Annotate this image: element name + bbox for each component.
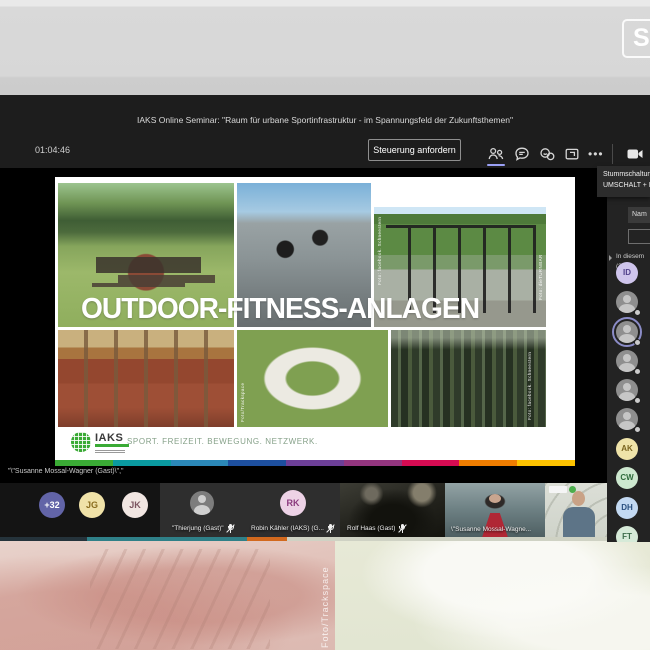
video-person-body (563, 507, 595, 537)
slide-motto: SPORT. FREIZEIT. BEWEGUNG. NETZWERK. (127, 437, 318, 446)
participant-avatar: AK (616, 438, 638, 460)
participant-search-input[interactable]: Nam (628, 207, 650, 223)
background-photo-red-area (0, 541, 335, 650)
presence-badge (634, 339, 641, 346)
participant-avatar: ID (616, 262, 638, 284)
section-collapse-caret[interactable] (609, 255, 612, 261)
rainbow-segment (401, 460, 460, 466)
rainbow-segment (517, 460, 576, 466)
mic-muted-icon (226, 524, 235, 533)
tile-susanne-video[interactable]: \"Susanne Mossal-Wagne... (445, 483, 545, 537)
participant-row[interactable] (616, 291, 641, 316)
participant-row[interactable]: CW (616, 467, 640, 491)
rainbow-segment (228, 460, 287, 466)
presence-badge (634, 368, 641, 375)
reactions-icon[interactable] (538, 145, 556, 163)
presentation-slide: OUTDOOR-FITNESS-ANLAGEN Foto: facebook. … (55, 177, 575, 460)
slide-photo-forest-trail (391, 330, 546, 427)
mute-tooltip: Stummschaltung UMSCHALT + M (597, 166, 650, 197)
rainbow-segment (55, 460, 113, 466)
participants-panel: Nam In diesem (39) ID (607, 168, 650, 542)
participant-row[interactable]: AK (616, 438, 640, 462)
teams-meeting-window: IAKS Online Seminar: "Raum für urbane Sp… (0, 95, 650, 542)
slide-photo-pumptrack-aerial (237, 330, 388, 427)
green-logo-icon (569, 486, 576, 493)
presence-badge (634, 426, 641, 433)
background-window-top: S (0, 0, 650, 95)
avatar-jk[interactable]: JK (122, 492, 148, 518)
section-label: In diesem (616, 253, 645, 260)
tile-rolf-haas-video[interactable]: Rolf Haas (Gast) (340, 483, 445, 537)
avatar-rk: RK (280, 490, 306, 516)
request-control-button[interactable]: Steuerung anfordern (368, 139, 461, 161)
rainbow-segment (170, 460, 229, 466)
tile-name: "Thierjung (Gast)" (172, 525, 224, 532)
chat-icon[interactable] (513, 145, 531, 163)
rainbow-segment (459, 460, 518, 466)
slide-photo-fitness-area (58, 330, 234, 427)
background-s-button[interactable]: S (622, 19, 650, 58)
slide-title: OUTDOOR-FITNESS-ANLAGEN (81, 293, 480, 325)
presence-badge (634, 309, 641, 316)
camera-icon[interactable] (626, 145, 644, 163)
iaks-logo-subtext (95, 449, 125, 453)
more-options-icon[interactable]: ••• (588, 147, 604, 161)
avatar-jg[interactable]: JG (79, 492, 105, 518)
photo-credit: Foto: dieTURNBAR (538, 254, 543, 300)
rainbow-segment (343, 460, 402, 466)
meeting-timer: 01:04:46 (35, 145, 71, 155)
iaks-logo-underline (95, 444, 129, 447)
tile-name: \"Susanne Mossal-Wagne... (451, 526, 532, 533)
rainbow-segment (112, 460, 171, 466)
participant-row-speaking[interactable] (612, 317, 642, 347)
active-speaker-caption: "\"Susanne Mossal-Wagner (Gast)\"," (8, 468, 124, 475)
rainbow-segment (286, 460, 344, 466)
tile-name: Robin Kähler (IAKS) (G... (251, 525, 324, 532)
screen: S IAKS Online Seminar: "Raum für urbane … (0, 0, 650, 650)
tile-man-video[interactable] (545, 483, 611, 537)
participant-row[interactable]: DH (616, 497, 640, 521)
tile-robin-kaehler[interactable]: RK Robin Kähler (IAKS) (G... (245, 483, 340, 537)
photo-credit: Foto: facebook. Schneestern (527, 351, 532, 420)
tooltip-line1: Stummschaltung (603, 171, 650, 178)
background-photo-credit: Foto/Trackspace (320, 566, 330, 648)
participant-row[interactable] (616, 379, 641, 404)
tooltip-line2: UMSCHALT + M (603, 182, 650, 190)
meeting-header: IAKS Online Seminar: "Raum für urbane Sp… (0, 95, 650, 168)
video-person-face (572, 491, 585, 506)
participants-filmstrip: +32 JG JK "Thierjung (Gast)" RK Robin Kä… (0, 483, 650, 537)
participants-icon[interactable] (487, 145, 505, 163)
participant-avatar: CW (616, 467, 638, 489)
mic-muted-icon (326, 524, 336, 533)
participant-avatar: FT (616, 526, 638, 542)
participant-row[interactable]: ID (616, 262, 640, 286)
overflow-count-avatar[interactable]: +32 (39, 492, 65, 518)
participant-row[interactable] (616, 350, 641, 375)
tile-thierjung[interactable]: "Thierjung (Gast)" (160, 483, 245, 537)
tile-name: Rolf Haas (Gast) (347, 525, 396, 532)
participant-row[interactable]: FT (616, 526, 640, 542)
slide-rainbow-bar (55, 460, 576, 466)
participant-avatar: DH (616, 497, 638, 519)
meeting-title: IAKS Online Seminar: "Raum für urbane Sp… (137, 115, 513, 125)
video-person-face (489, 494, 501, 503)
mic-muted-icon (398, 524, 407, 533)
iaks-wordmark: IAKS (95, 432, 124, 444)
tree-shadow-texture (90, 549, 270, 649)
photo-park-equipment (96, 257, 201, 273)
toolbar-divider (612, 144, 613, 164)
participants-active-underline (487, 164, 505, 166)
iaks-logo-icon (71, 432, 91, 452)
participant-row[interactable] (616, 408, 641, 433)
photo-credit: Foto: facebook. Schneestern (377, 216, 382, 285)
video-person-red-jacket (482, 513, 508, 537)
iaks-watermark (549, 486, 567, 493)
participant-search-field[interactable] (628, 229, 650, 244)
presence-badge (634, 397, 641, 404)
photo-credit: Foto/Trackspace (240, 382, 245, 422)
breakout-rooms-icon[interactable] (563, 145, 581, 163)
person-avatar-icon (190, 491, 214, 515)
background-photo-pumptrack (335, 541, 650, 650)
